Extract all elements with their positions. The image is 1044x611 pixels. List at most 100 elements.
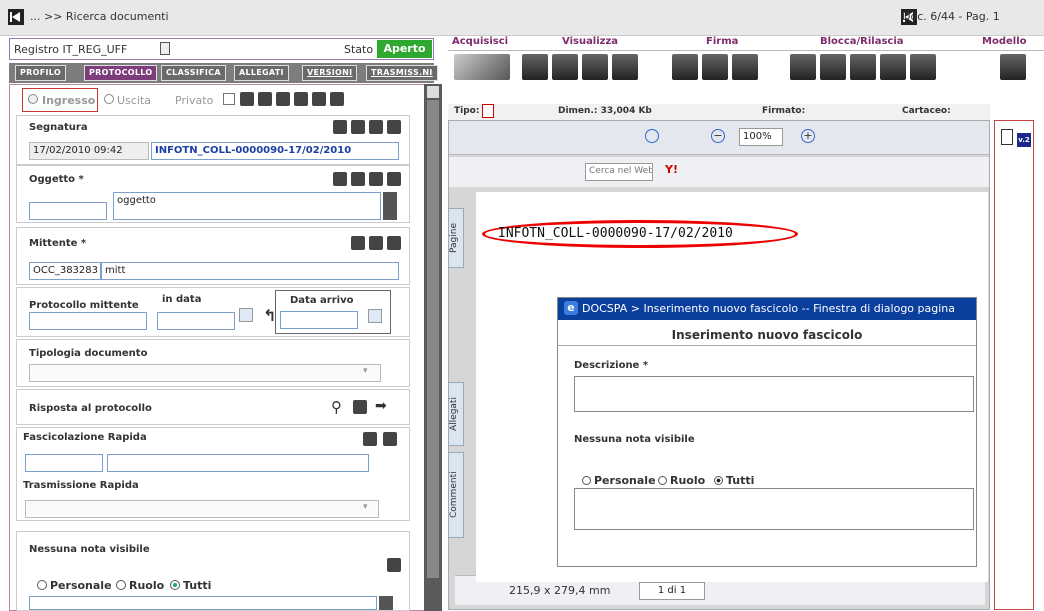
personale-radio[interactable] bbox=[37, 580, 47, 590]
tab-classifica[interactable]: CLASSIFICA bbox=[161, 65, 226, 81]
trasm-dropdown-icon[interactable]: ▾ bbox=[363, 502, 368, 512]
registry-doc-icon[interactable] bbox=[160, 42, 170, 55]
document-segnatura: INFOTN_COLL-0000090-17/02/2010 bbox=[498, 226, 733, 241]
mittente-field[interactable]: mitt bbox=[101, 262, 399, 280]
tab-versioni[interactable]: VERSIONI bbox=[302, 65, 358, 81]
search-detail-icon[interactable] bbox=[369, 236, 383, 250]
uscita-radio[interactable] bbox=[104, 94, 114, 104]
sign-icon-2[interactable] bbox=[702, 54, 728, 80]
mittente-list-icon[interactable] bbox=[387, 236, 401, 250]
view-icon-3[interactable] bbox=[582, 54, 608, 80]
view-icon-4[interactable] bbox=[612, 54, 638, 80]
protocollo-section: Protocollo mittente in data ↰ Data arriv… bbox=[16, 287, 410, 337]
oggetto-field[interactable]: oggetto bbox=[113, 192, 381, 220]
page-field[interactable]: 1 di 1 bbox=[639, 582, 705, 600]
calendar-icon[interactable] bbox=[239, 308, 253, 322]
go-arrow-icon[interactable]: ➡ bbox=[375, 398, 387, 414]
fascicolo-tree-icon[interactable] bbox=[363, 432, 377, 446]
list-icon[interactable] bbox=[387, 172, 401, 186]
note-icon[interactable] bbox=[387, 558, 401, 572]
privato-checkbox[interactable] bbox=[223, 93, 235, 105]
arrivo-calendar-icon[interactable] bbox=[368, 309, 382, 323]
rp-icon[interactable] bbox=[369, 120, 383, 134]
lock-icon-4[interactable] bbox=[880, 54, 906, 80]
print-icon[interactable] bbox=[258, 92, 272, 106]
dialog-ruolo-radio[interactable] bbox=[658, 476, 667, 485]
barcode-print-icon[interactable] bbox=[351, 120, 365, 134]
lock-icon-2[interactable] bbox=[820, 54, 846, 80]
fascicolazione-section: Fascicolazione Rapida Trasmissione Rapid… bbox=[16, 427, 410, 521]
web-search-field[interactable]: Cerca nel Web bbox=[585, 163, 653, 181]
tab-protocollo[interactable]: PROTOCOLLO bbox=[84, 65, 158, 81]
tab-commenti[interactable]: Commenti bbox=[448, 452, 464, 538]
fingerprint-icon[interactable] bbox=[240, 92, 254, 106]
version-doc-icon[interactable] bbox=[1001, 129, 1013, 145]
tab-bar: PROFILO PROTOCOLLO CLASSIFICA ALLEGATI V… bbox=[9, 63, 438, 83]
trasmissione-select[interactable] bbox=[25, 500, 379, 518]
oggetto-scroll[interactable] bbox=[383, 192, 397, 220]
protocollo-mittente-field[interactable] bbox=[29, 312, 147, 330]
link-icon[interactable] bbox=[353, 400, 367, 414]
pdf-icon bbox=[482, 104, 494, 118]
tipologia-dropdown-icon[interactable]: ▾ bbox=[363, 366, 368, 376]
scroll-thumb[interactable] bbox=[427, 100, 439, 578]
zoom-field[interactable]: 100% bbox=[739, 128, 783, 146]
notes-icon[interactable] bbox=[351, 172, 365, 186]
data-arrivo-field[interactable] bbox=[280, 311, 358, 329]
descrizione-field[interactable] bbox=[574, 376, 974, 412]
ruolo-radio[interactable] bbox=[116, 580, 126, 590]
scroll-up-icon[interactable] bbox=[427, 86, 439, 98]
form-scrollbar[interactable] bbox=[424, 84, 442, 611]
smartcard-icon[interactable] bbox=[732, 54, 758, 80]
tab-pagine[interactable]: Pagine bbox=[448, 208, 464, 268]
doc-list-icon[interactable] bbox=[294, 92, 308, 106]
barcode-icon[interactable] bbox=[276, 92, 290, 106]
zoom-plus-icon[interactable]: + bbox=[801, 129, 815, 143]
ingresso-radio[interactable] bbox=[28, 94, 38, 104]
firmato-label: Firmato: bbox=[762, 106, 806, 116]
address-book-icon[interactable] bbox=[351, 236, 365, 250]
dialog-tutti-radio[interactable] bbox=[714, 476, 723, 485]
oggetto-code-field[interactable] bbox=[29, 202, 107, 220]
fasc-code-field[interactable] bbox=[25, 454, 103, 472]
sign-icon-1[interactable] bbox=[672, 54, 698, 80]
in-data-field[interactable] bbox=[157, 312, 235, 330]
zoom-out-icon[interactable]: − bbox=[711, 129, 725, 143]
view-icon-1[interactable] bbox=[522, 54, 548, 80]
back-nav-icon[interactable] bbox=[8, 9, 24, 25]
edit-pencil-icon[interactable] bbox=[312, 92, 326, 106]
dialog-personale-radio[interactable] bbox=[582, 476, 591, 485]
tipologia-select[interactable] bbox=[29, 364, 381, 382]
spellcheck-icon[interactable] bbox=[333, 172, 347, 186]
stamp-icon[interactable] bbox=[330, 92, 344, 106]
lock-icon-1[interactable] bbox=[790, 54, 816, 80]
tab-profilo[interactable]: PROFILO bbox=[15, 65, 66, 81]
tutti-radio[interactable] bbox=[170, 580, 180, 590]
note-scroll[interactable] bbox=[379, 596, 393, 610]
envelope-icon[interactable] bbox=[387, 120, 401, 134]
data-arrivo-label: Data arrivo bbox=[290, 295, 354, 306]
mittente-code-field[interactable]: OCC_383283 bbox=[29, 262, 101, 280]
checkbox-icon[interactable] bbox=[910, 54, 936, 80]
view-icon-2[interactable] bbox=[552, 54, 578, 80]
yahoo-icon[interactable]: Y! bbox=[665, 163, 678, 176]
oggettario-icon[interactable] bbox=[369, 172, 383, 186]
tab-allegati-viewer[interactable]: Allegati bbox=[448, 382, 464, 446]
note-field[interactable] bbox=[29, 596, 377, 610]
version-badge[interactable]: v.2 bbox=[1017, 133, 1031, 147]
search-icon[interactable]: ⚲ bbox=[331, 398, 342, 416]
fascicolo-add-icon[interactable] bbox=[383, 432, 397, 446]
model-icon[interactable] bbox=[1000, 54, 1026, 80]
zoom-in-icon[interactable] bbox=[645, 129, 659, 143]
ie-icon: e bbox=[564, 301, 578, 315]
print-label-icon[interactable] bbox=[333, 120, 347, 134]
dialog-note-field[interactable] bbox=[574, 488, 974, 530]
dialog-ruolo-label: Ruolo bbox=[670, 474, 706, 487]
cartaceo-label: Cartaceo: bbox=[902, 106, 951, 116]
lock-icon-3[interactable] bbox=[850, 54, 876, 80]
scanner-icon[interactable] bbox=[454, 54, 510, 80]
fasc-desc-field[interactable] bbox=[107, 454, 369, 472]
tab-allegati[interactable]: ALLEGATI bbox=[234, 65, 289, 81]
tipologia-section: Tipologia documento ▾ bbox=[16, 339, 410, 387]
tab-trasmissioni[interactable]: TRASMISS.NI bbox=[366, 65, 438, 81]
